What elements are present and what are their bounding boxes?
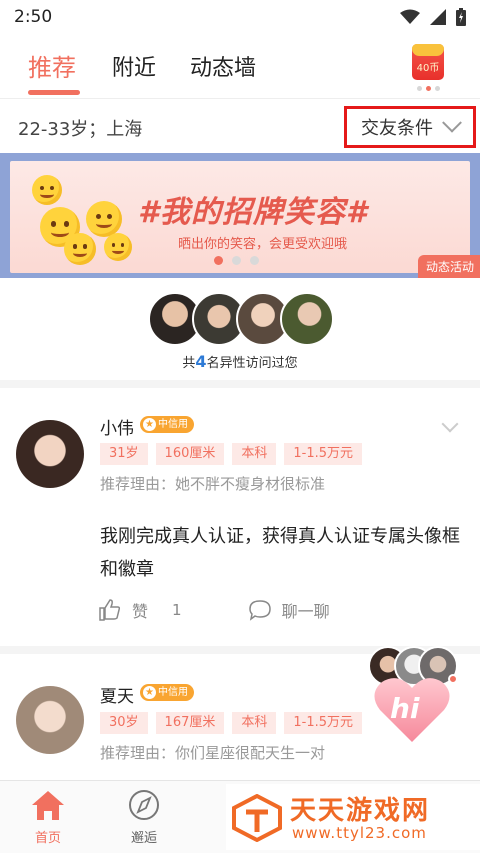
chevron-down-icon (442, 112, 462, 133)
compass-icon (129, 790, 159, 820)
banner-dot (214, 256, 223, 265)
visitor-summary: 共4名异性访问过您 (0, 352, 480, 371)
tab-moments-wall[interactable]: 动态墙 (190, 50, 256, 82)
smiley-mouth (96, 220, 112, 229)
like-count: 1 (172, 601, 182, 619)
say-hi-button[interactable]: hi (364, 644, 464, 754)
bottom-nav-home-label: 首页 (34, 831, 61, 846)
home-icon (32, 791, 64, 820)
banner-pagination (214, 256, 259, 265)
smiley-mouth (111, 248, 125, 255)
chevron-down-icon[interactable] (441, 415, 459, 433)
recommend-reason: 推荐理由：你们星座很配天生一对 (100, 744, 326, 762)
visitor-prefix: 共 (182, 356, 196, 371)
profile-tags: 31岁 160厘米 本科 1-1.5万元 (100, 443, 363, 465)
red-packet-label: 40币 (416, 63, 440, 74)
status-icons (400, 8, 466, 26)
credit-badge-label: 中信用 (158, 687, 188, 698)
red-packet-dots (417, 86, 440, 91)
smiley-mouth (40, 191, 54, 198)
banner-title: #我的招牌笑容# (138, 195, 368, 230)
tag-education: 本科 (232, 712, 277, 734)
filter-row: 22-33岁；上海 交友条件 (0, 100, 480, 152)
filter-summary: 22-33岁；上海 (18, 119, 143, 140)
top-tab-bar: 推荐 附近 动态墙 40币 (0, 34, 480, 98)
profile-card[interactable]: 小伟 ★ 中信用 31岁 160厘米 本科 1-1.5万元 推荐理由：她不胖不瘦身… (0, 388, 480, 646)
banner-dot (250, 256, 259, 265)
dating-criteria-button[interactable]: 交友条件 (344, 106, 476, 148)
visitors-section[interactable]: 共4名异性访问过您 (0, 280, 480, 380)
chat-button[interactable]: 聊一聊 (248, 598, 330, 622)
smiley-icon (104, 233, 132, 261)
red-packet-lid (412, 44, 444, 56)
status-bar: 2:50 (0, 0, 480, 34)
tag-age: 31岁 (100, 443, 148, 465)
dating-criteria-label: 交友条件 (361, 118, 433, 139)
profile-name: 夏天 (100, 687, 134, 707)
visitor-avatars (148, 292, 338, 348)
tag-income: 1-1.5万元 (284, 443, 363, 465)
visitor-count: 4 (195, 352, 207, 371)
thumbs-up-icon (99, 599, 121, 621)
bottom-nav-encounter-label: 邂逅 (130, 831, 157, 846)
battery-icon (456, 8, 466, 26)
watermark-logo-icon (232, 794, 282, 842)
watermark-url: www.ttyl23.com (292, 824, 427, 842)
avatar[interactable] (16, 686, 84, 754)
like-label: 赞 (132, 602, 149, 621)
post-actions: 赞 1 聊一聊 (98, 598, 330, 622)
smiley-icon (64, 233, 96, 265)
tag-education: 本科 (232, 443, 277, 465)
chat-label: 聊一聊 (281, 602, 330, 621)
credit-badge: ★ 中信用 (140, 416, 194, 433)
bottom-nav-encounter[interactable]: 邂逅 (104, 789, 184, 846)
section-gap (0, 380, 480, 388)
post-text: 我刚完成真人认证，获得真人认证专属头像框和徽章 (100, 526, 460, 580)
smiley-mouth (51, 228, 69, 238)
tab-recommend[interactable]: 推荐 (28, 48, 76, 83)
notification-dot (448, 674, 458, 684)
star-icon: ★ (143, 418, 156, 431)
watermark-title: 天天游戏网 (290, 796, 431, 826)
tag-age: 30岁 (100, 712, 148, 734)
dot (417, 86, 422, 91)
promo-banner[interactable]: #我的招牌笑容# 晒出你的笑容，会更受欢迎哦 动态活动 (0, 153, 480, 278)
tab-nearby[interactable]: 附近 (112, 50, 156, 82)
red-packet-button[interactable]: 40币 (408, 40, 448, 91)
star-icon: ★ (143, 686, 156, 699)
dot (426, 86, 431, 91)
status-time: 2:50 (14, 7, 53, 27)
hi-label: hi (390, 692, 420, 725)
smiley-icon (32, 175, 62, 205)
visitor-suffix: 名异性访问过您 (206, 356, 298, 371)
banner-subtitle: 晒出你的笑容，会更受欢迎哦 (178, 237, 348, 252)
wifi-icon (400, 9, 420, 24)
watermark: 天天游戏网 www.ttyl23.com (226, 784, 480, 850)
credit-badge-label: 中信用 (158, 419, 188, 430)
bottom-nav-home[interactable]: 首页 (8, 789, 88, 846)
chat-bubble-icon (248, 600, 271, 621)
tag-height: 160厘米 (155, 443, 225, 465)
smiley-icon (86, 201, 122, 237)
smiley-mouth (72, 250, 88, 258)
avatar (280, 292, 334, 346)
profile-name: 小伟 (100, 419, 134, 439)
tag-income: 1-1.5万元 (284, 712, 363, 734)
like-button[interactable]: 赞 1 (98, 598, 182, 622)
banner-tag: 动态活动 (417, 255, 480, 278)
tag-height: 167厘米 (155, 712, 225, 734)
recommend-reason: 推荐理由：她不胖不瘦身材很标准 (100, 475, 326, 493)
profile-tags: 30岁 167厘米 本科 1-1.5万元 (100, 712, 363, 734)
credit-badge: ★ 中信用 (140, 684, 194, 701)
signal-icon (430, 9, 446, 25)
active-tab-indicator (28, 90, 80, 95)
avatar[interactable] (16, 420, 84, 488)
divider (0, 98, 480, 99)
dot (435, 86, 440, 91)
banner-dot (232, 256, 241, 265)
